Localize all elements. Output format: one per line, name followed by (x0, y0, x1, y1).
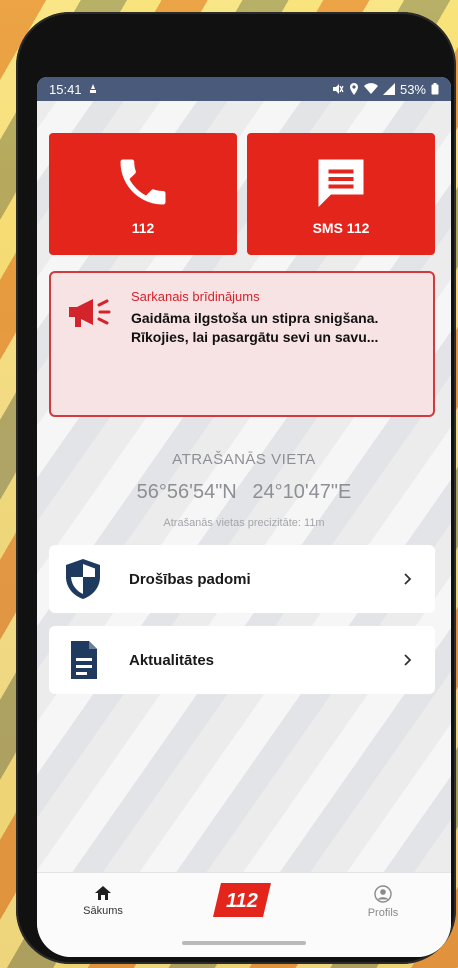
menu-item-label: Aktualitātes (129, 651, 215, 669)
call-112-label: 112 (131, 220, 155, 236)
alert-message: Gaidāma ilgstoša un stipra snigšana. Rīk… (131, 309, 427, 347)
logo-text: 112 (226, 890, 258, 912)
logo-112[interactable]: 112 (213, 883, 271, 917)
location-coordinates: 56°56'54"N 24°10'47"E (37, 481, 451, 504)
phone-icon (120, 159, 166, 205)
app-screen: 15:41 53% 112 SMS 112 Sarkanais brīdināj… (37, 77, 451, 957)
status-time: 15:41 (49, 81, 82, 97)
alert-title: Sarkanais brīdinājums (131, 289, 260, 304)
battery-percent: 53% (399, 81, 426, 97)
megaphone-icon (69, 299, 111, 327)
location-precision: Atrašanās vietas precizitāte: 11m (163, 517, 325, 529)
nav-profile[interactable]: Profils (343, 885, 423, 919)
chevron-right-icon (404, 573, 412, 585)
call-112-button[interactable]: 112 (49, 133, 237, 255)
sms-icon (318, 159, 364, 207)
nav-home[interactable]: Sākums (63, 885, 143, 917)
document-icon (71, 641, 97, 679)
notification-icon (89, 84, 96, 93)
signal-icon (382, 83, 395, 95)
menu-item-label: Drošības padomi (129, 570, 251, 588)
longitude: 24°10'47"E (252, 481, 352, 503)
location-title: ATRAŠANĀS VIETA (172, 451, 316, 468)
mute-icon (332, 84, 344, 94)
latitude: 56°56'54"N (136, 481, 237, 503)
chevron-right-icon (404, 654, 412, 666)
wifi-icon (363, 83, 378, 94)
nav-home-label: Sākums (83, 905, 123, 917)
alert-line-2: Rīkojies, lai pasargātu sevi un savu... (131, 329, 379, 345)
profile-icon (374, 885, 392, 903)
battery-icon (431, 83, 439, 95)
home-indicator[interactable] (182, 941, 306, 945)
bottom-navigation: Sākums 112 Profils (37, 872, 451, 957)
menu-item-news[interactable]: Aktualitātes (49, 626, 435, 694)
nav-profile-label: Profils (367, 907, 399, 919)
alert-card[interactable]: Sarkanais brīdinājums Gaidāma ilgstoša u… (49, 271, 435, 417)
home-icon (95, 886, 111, 900)
location-pin-icon (349, 83, 358, 95)
sms-112-label: SMS 112 (312, 220, 370, 236)
shield-icon (66, 559, 100, 599)
sms-112-button[interactable]: SMS 112 (247, 133, 435, 255)
menu-item-safety-tips[interactable]: Drošības padomi (49, 545, 435, 613)
status-bar: 15:41 53% (37, 77, 451, 101)
alert-line-1: Gaidāma ilgstoša un stipra snigšana. (131, 310, 379, 326)
